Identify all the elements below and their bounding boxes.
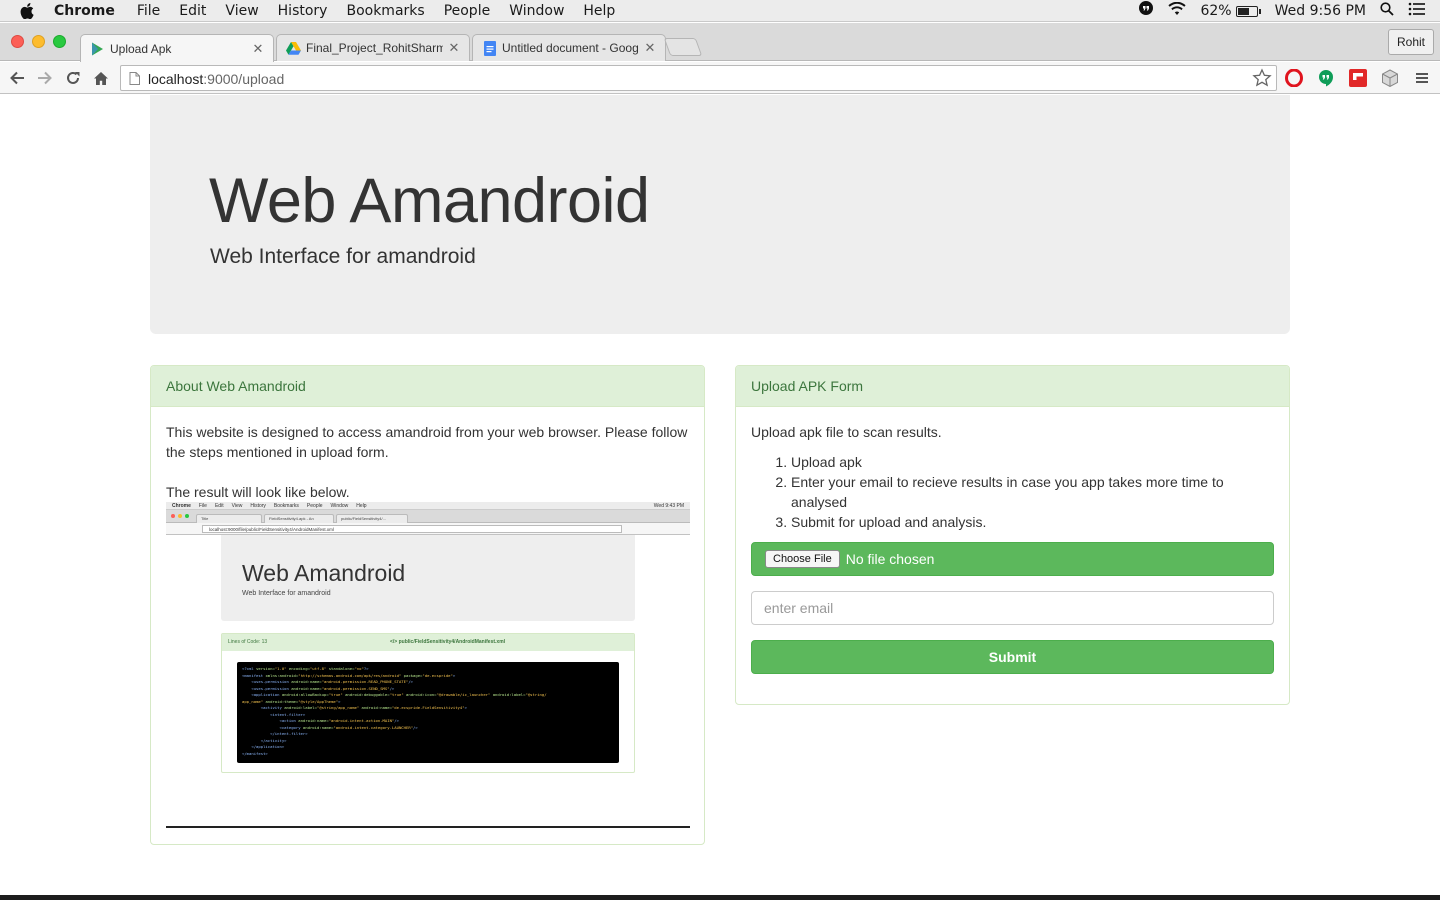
- menu-history[interactable]: History: [278, 3, 328, 19]
- preview-lines-of-code: Lines of Code: 13: [228, 639, 268, 645]
- tab-title: Upload Apk: [110, 41, 172, 56]
- tab-upload-apk[interactable]: Upload Apk ✕: [80, 34, 274, 62]
- menu-view[interactable]: View: [225, 3, 258, 19]
- about-panel: About Web Amandroid This website is desi…: [150, 365, 705, 845]
- result-preview-image: Chrome File Edit View History Bookmarks …: [166, 502, 690, 828]
- battery-percent: 62%: [1200, 3, 1232, 19]
- reload-icon[interactable]: [62, 67, 84, 89]
- new-tab-button[interactable]: [663, 38, 703, 56]
- menu-file[interactable]: File: [137, 3, 160, 19]
- result-preview-label: The result will look like below.: [166, 484, 350, 500]
- address-bar[interactable]: localhost:9000/upload: [120, 65, 1277, 91]
- window-controls: [11, 35, 66, 48]
- close-window-button[interactable]: [11, 35, 24, 48]
- forward-arrow-icon[interactable]: [34, 67, 56, 89]
- page-icon: [129, 72, 140, 90]
- menu-help[interactable]: Help: [583, 3, 615, 19]
- step-item: Enter your email to recieve results in c…: [791, 472, 1274, 512]
- chrome-menu-icon[interactable]: [1412, 68, 1432, 88]
- bookmark-star-icon[interactable]: [1252, 68, 1272, 93]
- hangouts-status-icon[interactable]: [1138, 1, 1154, 21]
- menu-chrome[interactable]: Chrome: [54, 3, 115, 19]
- page-content: Web Amandroid Web Interface for amandroi…: [0, 95, 1440, 895]
- close-tab-icon[interactable]: ✕: [643, 40, 657, 56]
- opera-extension-icon[interactable]: [1284, 68, 1304, 88]
- drive-icon: [286, 41, 301, 56]
- step-item: Upload apk: [791, 452, 1274, 472]
- menu-edit[interactable]: Edit: [179, 3, 206, 19]
- menu-people[interactable]: People: [444, 3, 491, 19]
- about-panel-heading: About Web Amandroid: [151, 366, 704, 407]
- step-item: Submit for upload and analysis.: [791, 512, 1274, 532]
- close-tab-icon[interactable]: ✕: [251, 41, 265, 57]
- window-bottom-edge: [0, 895, 1440, 900]
- preview-code-block: <?xml version="1.0" encoding="utf-8" sta…: [237, 662, 619, 763]
- cube-extension-icon[interactable]: [1380, 68, 1400, 88]
- macos-menubar: Chrome File Edit View History Bookmarks …: [0, 0, 1440, 22]
- file-status-text: No file chosen: [845, 551, 935, 567]
- apple-icon[interactable]: [20, 2, 38, 19]
- zoom-window-button[interactable]: [53, 35, 66, 48]
- wifi-icon[interactable]: [1168, 1, 1187, 20]
- email-field[interactable]: [751, 591, 1274, 625]
- file-input[interactable]: Choose File No file chosen: [751, 542, 1274, 576]
- tab-title: Untitled document - Google Docs: [502, 41, 639, 55]
- address-url[interactable]: localhost:9000/upload: [148, 71, 284, 87]
- close-tab-icon[interactable]: ✕: [447, 40, 461, 56]
- choose-file-button[interactable]: Choose File: [765, 550, 840, 568]
- back-arrow-icon[interactable]: [6, 67, 28, 89]
- browser-toolbar: localhost:9000/upload: [0, 62, 1440, 94]
- upload-intro: Upload apk file to scan results.: [751, 424, 942, 440]
- submit-button[interactable]: Submit: [751, 640, 1274, 674]
- tab-strip: Upload Apk ✕ Final_Project_RohitSharma ✕…: [0, 23, 1440, 62]
- upload-panel-body: Upload apk file to scan results. Upload …: [736, 407, 1289, 547]
- tab-final-project[interactable]: Final_Project_RohitSharma ✕: [276, 34, 470, 61]
- tab-untitled-document[interactable]: Untitled document - Google Docs ✕: [472, 34, 666, 61]
- spotlight-search-icon[interactable]: [1380, 2, 1394, 20]
- play-icon: [90, 41, 105, 56]
- about-description: This website is designed to access amand…: [166, 424, 688, 460]
- preview-page: Web Amandroid Web Interface for amandroi…: [166, 535, 690, 825]
- page-subtitle: Web Interface for amandroid: [210, 245, 476, 268]
- preview-menubar: Chrome File Edit View History Bookmarks …: [166, 502, 690, 510]
- about-panel-body: This website is designed to access amand…: [151, 407, 704, 517]
- profile-button[interactable]: Rohit: [1387, 29, 1434, 55]
- battery-indicator[interactable]: 62%: [1200, 3, 1261, 19]
- preview-subtitle: Web Interface for amandroid: [242, 590, 331, 597]
- upload-panel-heading: Upload APK Form: [736, 366, 1289, 407]
- home-icon[interactable]: [90, 67, 112, 89]
- flipboard-extension-icon[interactable]: [1348, 68, 1368, 88]
- preview-toolbar: localhost:9000/file/public/FieldSensitiv…: [166, 523, 690, 535]
- menu-window[interactable]: Window: [509, 3, 564, 19]
- menubar-clock[interactable]: Wed 9:56 PM: [1275, 3, 1366, 19]
- preview-title: Web Amandroid: [242, 560, 406, 586]
- menu-bookmarks[interactable]: Bookmarks: [346, 3, 424, 19]
- jumbotron: Web Amandroid Web Interface for amandroi…: [150, 95, 1290, 334]
- preview-tabs: Title FieldSensitivity4.apk - An public/…: [166, 510, 690, 523]
- docs-icon: [482, 40, 497, 56]
- tab-title: Final_Project_RohitSharma: [306, 41, 443, 55]
- battery-icon: [1235, 5, 1258, 17]
- upload-steps: Upload apk Enter your email to recieve r…: [751, 452, 1274, 532]
- notification-center-icon[interactable]: [1408, 2, 1426, 20]
- hangouts-extension-icon[interactable]: [1316, 68, 1336, 88]
- upload-panel: Upload APK Form Upload apk file to scan …: [735, 365, 1290, 705]
- minimize-window-button[interactable]: [32, 35, 45, 48]
- preview-file-path: </> public/FieldSensitivity4/AndroidMani…: [390, 639, 506, 645]
- page-title: Web Amandroid: [209, 166, 650, 236]
